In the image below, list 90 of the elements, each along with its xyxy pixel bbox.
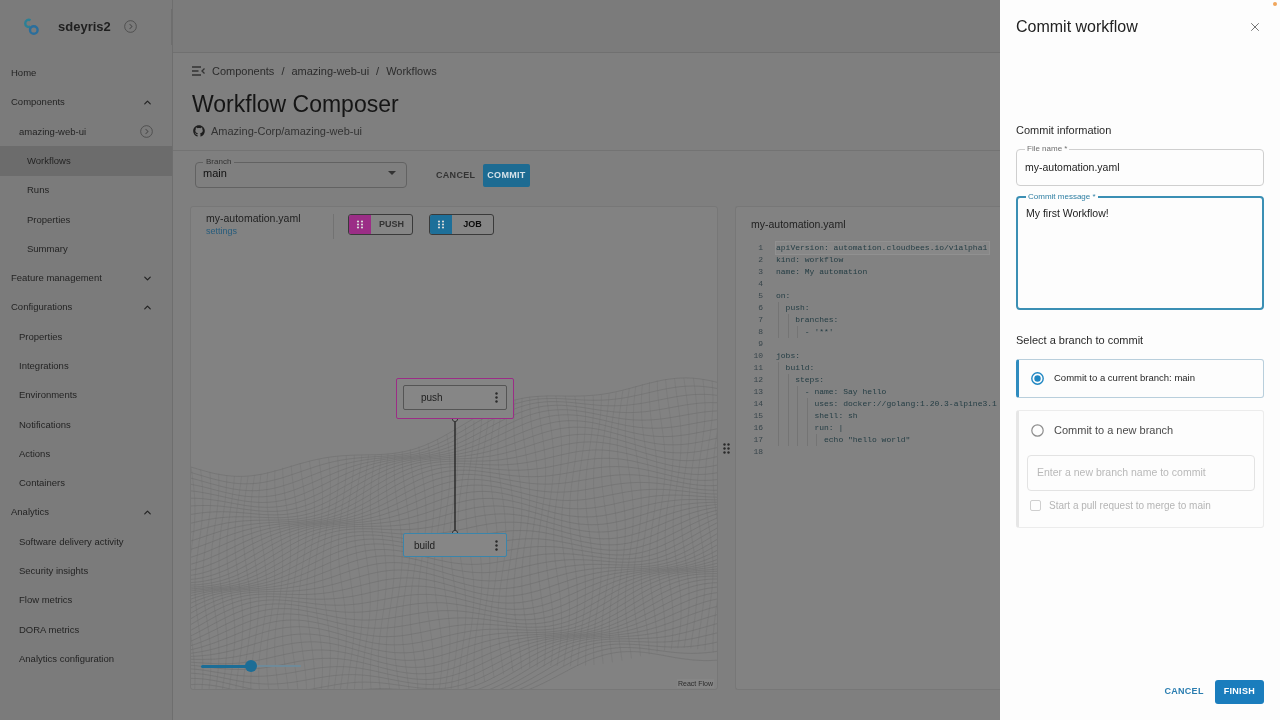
sidebar-item[interactable]: Integrations [0, 351, 172, 381]
sidebar-item[interactable]: amazing-web-ui [0, 117, 172, 147]
code-line: shell: sh [776, 410, 860, 422]
line-number: 13 [752, 386, 763, 398]
code-line: on: [776, 290, 792, 302]
palette-chip[interactable]: JOB [429, 214, 494, 235]
trigger-node[interactable]: push [396, 378, 514, 419]
breadcrumb-link[interactable]: Components [212, 62, 275, 80]
radio-button[interactable] [1031, 372, 1044, 385]
drawer-button[interactable]: CANCEL [1164, 680, 1204, 704]
line-number: 2 [757, 254, 763, 266]
code-line: branches: [776, 314, 841, 326]
code-line: name: My automation [776, 266, 869, 278]
sidebar-item[interactable]: Security insights [0, 556, 172, 586]
sidebar-item[interactable]: Runs [0, 175, 172, 205]
file-name-field[interactable]: File name * my-automation.yaml [1016, 144, 1264, 186]
breadcrumb-separator: / [376, 63, 380, 79]
grip-icon[interactable] [430, 215, 452, 234]
node-label: push [421, 391, 443, 405]
more-icon[interactable] [495, 539, 498, 551]
drawer-title: Commit workflow [1016, 16, 1138, 37]
sidebar-item[interactable]: Software delivery activity [0, 527, 172, 557]
code-line: echo "hello world" [776, 434, 913, 446]
breadcrumb-separator: / [281, 63, 285, 79]
sidebar-item[interactable]: Flow metrics [0, 585, 172, 616]
toolbar-button[interactable]: COMMIT [483, 164, 530, 187]
sidebar-item[interactable]: Configurations [0, 292, 172, 323]
sidebar-item[interactable]: Feature management [0, 263, 172, 293]
radio-label[interactable]: Commit to a current branch: main [1054, 371, 1195, 386]
line-number: 10 [752, 350, 763, 362]
drag-handle-icon[interactable] [723, 442, 730, 454]
commit-message-field[interactable]: Commit message * My first Workflow! [1016, 192, 1264, 310]
menu-icon[interactable] [192, 66, 205, 76]
code-line: run: | [776, 422, 846, 434]
code-line: - '**' [776, 326, 836, 338]
rings-logo-icon [21, 16, 41, 37]
branch-option-card[interactable]: Commit to a current branch: main [1016, 359, 1264, 398]
zoom-slider[interactable] [201, 660, 301, 672]
line-number: 5 [757, 290, 763, 302]
sidebar-item[interactable]: Environments [0, 380, 172, 411]
line-number: 6 [757, 302, 763, 314]
page-title: Workflow Composer [192, 90, 400, 118]
sidebar-item[interactable]: Analytics configuration [0, 644, 172, 674]
settings-link[interactable]: settings [206, 225, 238, 238]
section-title: Commit information [1016, 123, 1113, 137]
sidebar-item[interactable]: Properties [0, 322, 172, 352]
node-label: build [414, 538, 436, 553]
notification-dot-icon [1273, 2, 1277, 6]
sidebar-item[interactable]: Notifications [0, 410, 172, 440]
radio-button[interactable] [1031, 423, 1044, 437]
breadcrumb-link[interactable]: amazing-web-ui [291, 62, 370, 80]
code-line: - name: Say hello [776, 386, 889, 398]
radio-label[interactable]: Commit to a new branch [1054, 421, 1174, 439]
workspace-name: sdeyris2 [58, 17, 111, 36]
line-number: 16 [752, 422, 763, 434]
file-name: my-automation.yaml [206, 211, 301, 225]
code-line: jobs: [776, 350, 801, 362]
sidebar-item[interactable]: Properties [0, 205, 172, 235]
repository-name: Amazing-Corp/amazing-web-ui [211, 123, 362, 139]
code-line: steps: [776, 374, 826, 386]
line-number: 8 [757, 326, 763, 338]
more-icon[interactable] [495, 392, 498, 403]
line-number: 15 [752, 410, 763, 422]
sidebar-item[interactable]: DORA metrics [0, 615, 172, 645]
line-number: 18 [752, 446, 763, 458]
sidebar-item[interactable]: Actions [0, 439, 172, 469]
line-number: 11 [752, 362, 763, 374]
code-line: kind: workflow [776, 254, 845, 266]
sidebar-item[interactable]: Components [0, 87, 172, 118]
line-number: 14 [752, 398, 763, 410]
sidebar-item[interactable]: Workflows [0, 146, 172, 176]
branch-select[interactable]: Branch main [195, 157, 407, 188]
caret-down-icon [388, 171, 396, 175]
code-line: push: [776, 302, 812, 314]
sidebar-item[interactable]: Summary [0, 234, 172, 264]
breadcrumb-link[interactable]: Workflows [386, 62, 437, 80]
code-line: build: [776, 362, 817, 374]
cat-silhouette-icon [193, 125, 205, 137]
sidebar-item[interactable]: Home [0, 58, 172, 88]
slider-thumb[interactable] [245, 660, 257, 672]
sidebar-item[interactable]: Containers [0, 468, 172, 498]
line-number: 17 [752, 434, 763, 446]
code-title: my-automation.yaml [751, 217, 847, 231]
section-title: Select a branch to commit [1016, 333, 1145, 347]
code-line: uses: docker://golang:1.20.3-alpine3.1 [776, 398, 999, 410]
line-number: 4 [757, 278, 763, 290]
drawer-button[interactable]: FINISH [1214, 680, 1264, 704]
job-node[interactable]: build [403, 533, 507, 557]
sidebar-item[interactable]: Analytics [0, 497, 172, 528]
line-number: 12 [752, 374, 763, 386]
